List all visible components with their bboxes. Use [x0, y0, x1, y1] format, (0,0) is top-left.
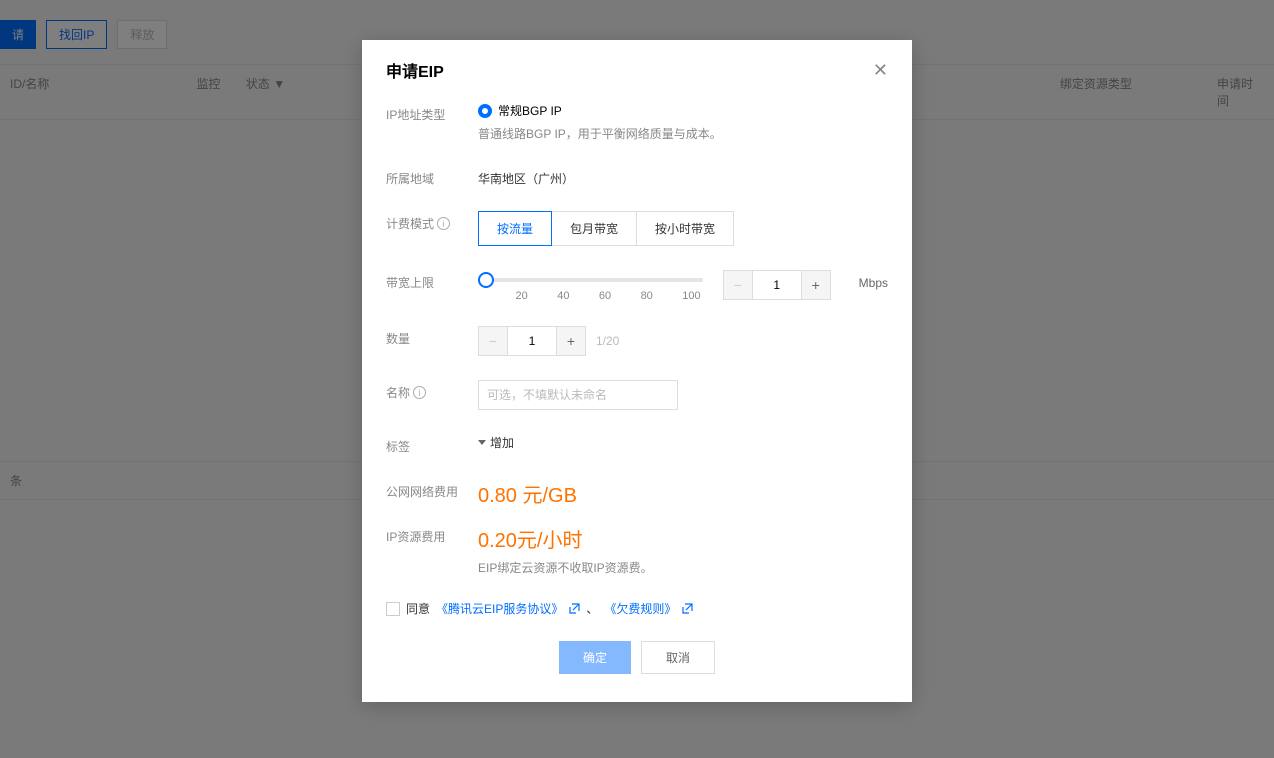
bw-minus-button[interactable]: − [723, 270, 753, 300]
label-quantity: 数量 [386, 326, 478, 347]
close-icon[interactable]: ✕ [873, 60, 888, 81]
confirm-button[interactable]: 确定 [559, 641, 631, 674]
radio-bgp-ip[interactable]: 常规BGP IP [478, 102, 888, 119]
label-name: 名称 i [386, 380, 478, 401]
apply-eip-modal: 申请EIP ✕ IP地址类型 常规BGP IP 普通线路BGP IP，用于平衡网… [362, 40, 912, 702]
external-link-icon [569, 603, 580, 614]
label-iptype: IP地址类型 [386, 102, 478, 123]
bw-plus-button[interactable]: + [801, 270, 831, 300]
cancel-button[interactable]: 取消 [641, 641, 715, 674]
slider-thumb[interactable] [478, 272, 494, 288]
qty-minus-button[interactable]: − [478, 326, 508, 356]
modal-title: 申请EIP [386, 58, 444, 82]
resfee-desc: EIP绑定云资源不收取IP资源费。 [478, 559, 888, 576]
tag-add-button[interactable]: 增加 [478, 434, 514, 451]
quantity-stepper: − + [478, 326, 586, 356]
seg-hourly[interactable]: 按小时带宽 [636, 211, 734, 246]
bw-unit: Mbps [859, 270, 888, 290]
info-icon[interactable]: i [413, 386, 426, 399]
seg-monthly[interactable]: 包月带宽 [551, 211, 637, 246]
qty-plus-button[interactable]: + [556, 326, 586, 356]
agree-checkbox[interactable] [386, 602, 400, 616]
label-region: 所属地域 [386, 166, 478, 187]
radio-dot-icon [478, 104, 492, 118]
label-resfee: IP资源费用 [386, 524, 478, 545]
chevron-down-icon [478, 440, 486, 445]
external-link-icon [682, 603, 693, 614]
arrears-link[interactable]: 《欠费规则》 [604, 600, 676, 617]
billing-segmented: 按流量 包月带宽 按小时带宽 [478, 211, 888, 246]
seg-traffic[interactable]: 按流量 [478, 211, 552, 246]
region-value: 华南地区（广州） [478, 166, 888, 187]
label-billing: 计费模式 i [386, 211, 478, 232]
qty-hint: 1/20 [596, 334, 619, 348]
bandwidth-slider[interactable] [478, 278, 703, 282]
resfee-value: 0.20元/小时 [478, 530, 582, 552]
sla-link[interactable]: 《腾讯云EIP服务协议》 [436, 600, 563, 617]
label-tag: 标签 [386, 434, 478, 455]
info-icon[interactable]: i [437, 217, 450, 230]
bw-input[interactable] [753, 270, 801, 300]
label-netfee: 公网网络费用 [386, 479, 478, 500]
radio-label: 常规BGP IP [498, 102, 562, 119]
netfee-value: 0.80 元/GB [478, 485, 577, 507]
sep: 、 [586, 600, 598, 617]
qty-input[interactable] [508, 326, 556, 356]
name-input[interactable] [478, 380, 678, 410]
bandwidth-stepper: − + [723, 270, 831, 300]
label-bwlimit: 带宽上限 [386, 270, 478, 291]
agree-prefix: 同意 [406, 600, 430, 617]
iptype-desc: 普通线路BGP IP，用于平衡网络质量与成本。 [478, 125, 888, 142]
slider-ticks: 1 20 40 60 80 100 [478, 290, 703, 302]
